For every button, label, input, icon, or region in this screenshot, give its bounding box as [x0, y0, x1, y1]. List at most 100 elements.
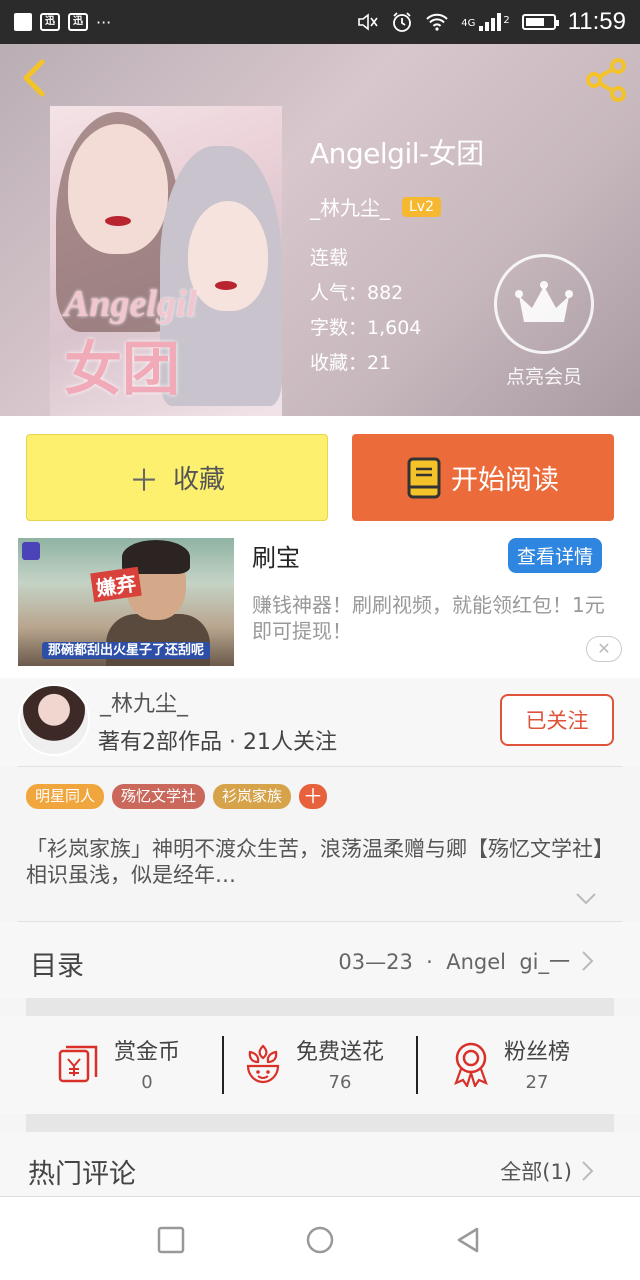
chevron-right-icon	[582, 951, 594, 971]
fan-ranking-label: 粉丝榜	[504, 1040, 571, 1065]
alarm-icon	[393, 12, 412, 32]
vip-button[interactable]: 点亮会员	[490, 254, 598, 394]
hot-comments-label: 热门评论	[28, 1159, 136, 1190]
ad-thumbnail[interactable]: 嫌弃 那碗都刮出火星子了还刮呢	[18, 538, 234, 666]
status-left: 迅 迅 ···	[14, 13, 111, 32]
fan-ranking-text: 粉丝榜 27	[504, 1034, 570, 1093]
home-icon[interactable]	[305, 1225, 335, 1255]
cover-art-face-2	[188, 201, 268, 311]
app-notification-icon: 迅	[40, 13, 60, 31]
vip-label: 点亮会员	[505, 366, 582, 388]
follow-button[interactable]: 已关注	[500, 694, 614, 746]
book-header: Angelgil 女团 Angelgil-女团 _林九尘_ Lv2 连载 人气：…	[0, 44, 640, 416]
start-reading-button[interactable]: 开始阅读	[352, 434, 614, 521]
sim-slot: 2	[503, 15, 510, 26]
wifi-icon	[426, 13, 448, 31]
battery-icon	[521, 14, 559, 30]
author-stats: 著有2部作品 · 21人关注	[98, 730, 337, 755]
reward-coins-count: 0	[141, 1072, 153, 1093]
reward-flowers-label: 免费送花	[296, 1040, 385, 1065]
back-arrow-icon[interactable]	[14, 56, 54, 100]
tag-list: 明星同人 殇忆文学社 衫岚家族 ＋	[26, 784, 328, 809]
start-reading-label: 开始阅读	[451, 465, 559, 496]
add-tag-button[interactable]: ＋	[299, 784, 328, 809]
level-badge: Lv2	[402, 196, 441, 217]
chevron-down-icon[interactable]	[574, 890, 598, 908]
book-favorites: 收藏：21	[310, 352, 392, 374]
plus-icon: ＋	[128, 463, 159, 499]
divider	[416, 1036, 418, 1094]
cover-title-cn: 女团	[64, 335, 181, 403]
divider	[18, 766, 622, 767]
ad-description: 赚钱神器！刷刷视频，就能领红包！1元即可提现！	[252, 593, 605, 643]
toc-label: 目录	[30, 951, 84, 982]
book-meta: 连载 人气：882 字数：1,604 收藏：21	[310, 243, 484, 374]
ad-title: 刷宝	[252, 544, 300, 572]
table-of-contents-row[interactable]: 目录 03—23 · Angel gi_一	[0, 922, 640, 998]
hot-comments-row[interactable]: 热门评论 全部(1)	[0, 1132, 640, 1196]
cover-art-detail-2	[215, 281, 237, 290]
book-status: 连载	[310, 247, 349, 269]
crown-icon	[515, 281, 573, 322]
reward-coins-label: 赏金币	[114, 1040, 181, 1065]
back-icon[interactable]	[453, 1225, 483, 1255]
share-icon[interactable]	[582, 56, 630, 104]
section-separator	[26, 1114, 614, 1132]
collect-label: 收藏	[172, 465, 225, 495]
book-icon	[407, 457, 441, 498]
book-word-count: 字数：1,604	[310, 317, 422, 339]
fan-ranking-button[interactable]: 粉丝榜 27	[450, 1034, 570, 1093]
divider	[222, 1036, 224, 1094]
book-cover[interactable]: Angelgil 女团	[50, 106, 282, 416]
chevron-right-icon	[582, 1161, 594, 1181]
ad-detail-button[interactable]: 查看详情	[508, 538, 603, 573]
reward-coins-text: 赏金币 0	[114, 1034, 180, 1093]
status-bar: 迅 迅 ··· 4G 2 11:59	[0, 0, 640, 44]
avatar[interactable]	[18, 684, 90, 756]
author-name[interactable]: _林九尘_	[100, 686, 188, 718]
flower-icon	[246, 1043, 280, 1083]
fan-ranking-count: 27	[525, 1072, 549, 1093]
book-author[interactable]: _林九尘_	[310, 192, 390, 221]
vip-circle	[494, 254, 594, 354]
more-notifications-icon: ···	[96, 12, 112, 32]
system-nav-bar	[0, 1196, 640, 1280]
collect-button[interactable]: ＋ 收藏	[26, 434, 328, 521]
clock: 11:59	[567, 8, 626, 35]
cover-art-face	[68, 124, 168, 254]
book-info: Angelgil-女团 _林九尘_ Lv2 连载 人气：882 字数：1,604…	[310, 132, 484, 374]
cover-title-en: Angelgil	[64, 283, 198, 325]
coin-envelope-icon	[58, 1045, 98, 1082]
ad-thumb-caption: 那碗都刮出火星子了还刮呢	[41, 642, 210, 659]
medal-icon	[454, 1042, 488, 1087]
status-right: 4G 2 11:59	[357, 8, 626, 36]
reward-flowers-button[interactable]: 免费送花 76	[242, 1034, 384, 1093]
reward-coins-button[interactable]: 赏金币 0	[56, 1034, 180, 1093]
ad-thumb-caption-row: 那碗都刮出火星子了还刮呢	[18, 639, 234, 659]
ad-banner[interactable]: 嫌弃 那碗都刮出火星子了还刮呢 刷宝 查看详情 赚钱神器！刷刷视频，就能领红包！…	[0, 532, 640, 678]
author-section: _林九尘_ 著有2部作品 · 21人关注 已关注	[0, 678, 640, 766]
book-title: Angelgil-女团	[310, 137, 484, 170]
all-comments-link[interactable]: 全部(1)	[500, 1156, 572, 1186]
rewards-bar: 赏金币 0 免费送花 76 粉丝榜 27	[0, 1016, 640, 1114]
tag-item[interactable]: 明星同人	[26, 784, 105, 809]
author-row: _林九尘_ Lv2	[310, 192, 484, 221]
app-notification-icon-2: 迅	[68, 13, 88, 31]
mute-icon	[358, 13, 378, 31]
ad-close-icon[interactable]: ✕	[586, 636, 622, 662]
action-bar: ＋ 收藏 开始阅读	[0, 416, 640, 532]
network-type: 4G	[461, 18, 476, 29]
cover-art-detail	[105, 216, 131, 226]
tag-item[interactable]: 殇忆文学社	[112, 784, 206, 809]
tag-item[interactable]: 衫岚家族	[213, 784, 292, 809]
reward-flowers-count: 76	[328, 1072, 352, 1093]
book-popularity: 人气：882	[310, 282, 404, 304]
signal-icon	[479, 13, 502, 31]
toc-latest-chapter: 03—23 · Angel gi_一	[338, 950, 570, 974]
recent-apps-icon[interactable]	[156, 1225, 186, 1255]
book-intro[interactable]: 「衫岚家族」神明不渡众生苦，浪荡温柔赠与卿【殇忆文学社】相识虽浅，似是经年…	[26, 836, 616, 888]
reward-flowers-text: 免费送花 76	[296, 1034, 384, 1093]
section-separator	[26, 998, 614, 1016]
notification-icon	[14, 13, 32, 31]
ad-app-logo-icon	[22, 542, 40, 560]
